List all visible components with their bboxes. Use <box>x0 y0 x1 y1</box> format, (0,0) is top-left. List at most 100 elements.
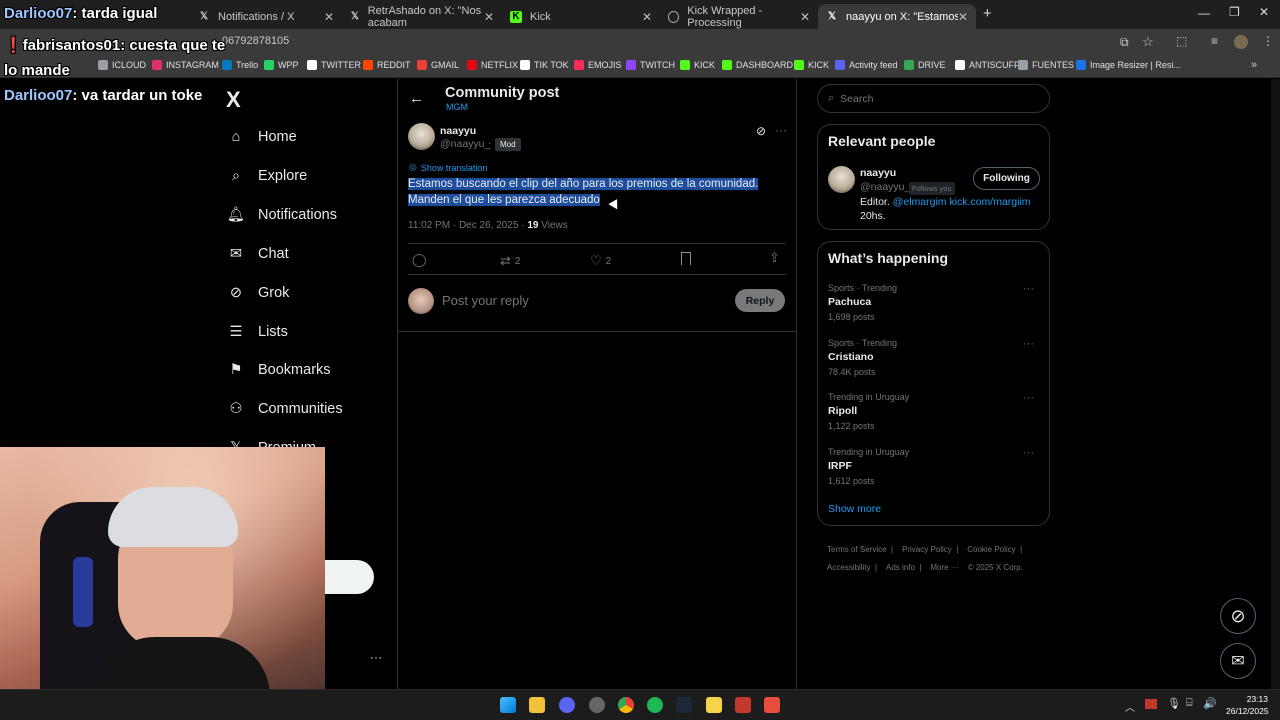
steam-icon[interactable] <box>676 697 692 713</box>
bookmark-item[interactable]: EMOJIS <box>574 60 622 70</box>
trend-item[interactable]: Sports · Trending Cristiano 78.4K posts ··· <box>828 338 1040 377</box>
person-avatar[interactable] <box>828 166 855 193</box>
terms-link[interactable]: Terms of Service <box>827 545 887 554</box>
url-field[interactable]: 06792878105 <box>222 35 289 47</box>
person-handle[interactable]: @naayyu_ <box>860 181 910 193</box>
extensions-icon[interactable]: ⬚ <box>1176 34 1187 48</box>
sidebar-item-notifications[interactable]: 🔔︎ Notifications <box>227 207 337 224</box>
trend-item[interactable]: Trending in Uruguay Ripoll 1,122 posts ··· <box>828 392 1040 431</box>
bookmark-item[interactable]: Image Resizer | Resi... <box>1076 60 1181 70</box>
sidebar-item-bookmarks[interactable]: ⚑ Bookmarks <box>228 362 331 378</box>
close-icon[interactable]: ✕ <box>958 10 968 24</box>
minimize-button[interactable]: — <box>1198 6 1210 20</box>
post-button[interactable] <box>325 560 374 594</box>
bookmark-item[interactable]: DASHBOARD <box>722 60 793 70</box>
more-options-icon[interactable]: ··· <box>775 123 787 137</box>
bookmark-item[interactable]: WPP <box>264 60 299 70</box>
share-icon[interactable]: ⇪ <box>769 250 780 266</box>
bookmark-item[interactable]: GMAIL <box>417 60 459 70</box>
community-name[interactable]: MGM <box>446 102 468 112</box>
reply-input[interactable]: Post your reply <box>442 293 529 308</box>
person-name[interactable]: naayyu <box>860 167 896 179</box>
show-more-link[interactable]: Show more <box>828 503 881 515</box>
app-icon[interactable] <box>735 697 751 713</box>
sidebar-item-grok[interactable]: ⊘ Grok <box>228 285 290 301</box>
reply-button[interactable]: Reply <box>735 289 785 312</box>
cookie-link[interactable]: Cookie Policy <box>967 545 1015 554</box>
tray-chevron-icon[interactable]: ︿ <box>1125 699 1135 714</box>
account-more-icon[interactable]: ··· <box>370 650 382 664</box>
author-handle[interactable]: @naayyu_ <box>440 138 490 150</box>
bookmark-item[interactable]: Activity feed <box>835 60 898 70</box>
scrollbar[interactable] <box>1271 79 1280 689</box>
bookmark-star-icon[interactable]: ☆ <box>1142 34 1154 50</box>
bookmark-item[interactable]: TWITTER <box>307 60 361 70</box>
sidebar-item-home[interactable]: ⌂ Home <box>228 129 297 145</box>
tray-app-icon[interactable] <box>1145 699 1157 709</box>
menu-icon[interactable]: ⋮ <box>1262 34 1274 48</box>
back-arrow-icon[interactable]: ← <box>409 90 424 107</box>
sidebar-item-chat[interactable]: ✉ Chat <box>228 246 289 262</box>
bookmark-item[interactable]: TIK TOK <box>520 60 569 70</box>
sidebar-item-explore[interactable]: ⌕ Explore <box>228 168 307 184</box>
bookmark-item[interactable]: TWITCH <box>626 60 675 70</box>
more-link[interactable]: More ··· <box>930 563 958 572</box>
maximize-button[interactable]: ❐ <box>1229 5 1240 19</box>
tab-naayyu-post[interactable]: 𝕏 naayyu on X: "Estamos buscand ✕ <box>818 4 976 29</box>
app-icon[interactable] <box>589 697 605 713</box>
close-icon[interactable]: ✕ <box>324 10 334 24</box>
close-icon[interactable]: ✕ <box>800 10 810 24</box>
tab-kick[interactable]: K Kick ✕ <box>502 4 660 29</box>
bookmark-item[interactable]: FUENTES <box>1018 60 1074 70</box>
reply-icon[interactable]: ◯ <box>412 252 427 268</box>
more-options-icon[interactable]: ··· <box>1023 283 1034 295</box>
close-icon[interactable]: ✕ <box>642 10 652 24</box>
grok-fab-button[interactable]: ⊘ <box>1220 598 1256 634</box>
bookmark-icon[interactable] <box>681 252 691 265</box>
more-options-icon[interactable]: ··· <box>1023 392 1034 404</box>
windows-start-icon[interactable] <box>500 697 516 713</box>
grok-icon[interactable]: ⊘ <box>756 124 766 138</box>
discord-icon[interactable] <box>559 697 575 713</box>
more-options-icon[interactable]: ··· <box>1023 447 1034 459</box>
bookmark-item[interactable]: NETFLIX <box>467 60 518 70</box>
messages-fab-button[interactable]: ✉ <box>1220 643 1256 679</box>
trend-item[interactable]: Sports · Trending Pachuca 1,698 posts ··· <box>828 283 1040 322</box>
bookmark-item[interactable]: KICK <box>680 60 715 70</box>
repost-button[interactable]: ⇄ 2 <box>500 253 520 269</box>
tab-retrashado[interactable]: 𝕏 RetrAshado on X: "Nos acabam ✕ <box>342 4 502 29</box>
accessibility-link[interactable]: Accessibility <box>827 563 871 572</box>
bio-link[interactable]: @elmargim kick.com/margiim <box>893 196 1031 208</box>
microphone-icon[interactable]: 🎙 <box>1167 697 1181 710</box>
bookmark-item[interactable]: ANTISCUFF <box>955 60 1020 70</box>
author-name[interactable]: naayyu <box>440 125 476 137</box>
volume-icon[interactable]: 🔊 <box>1203 697 1217 710</box>
network-icon[interactable]: ⌸ <box>1186 697 1193 710</box>
following-button[interactable]: Following <box>973 167 1040 190</box>
ads-info-link[interactable]: Ads info <box>886 563 915 572</box>
taskbar-clock[interactable]: 23:13 26/12/2025 <box>1226 693 1269 717</box>
file-explorer-icon[interactable] <box>529 697 545 713</box>
close-icon[interactable]: ✕ <box>484 10 494 24</box>
search-input[interactable]: Search <box>840 93 873 105</box>
app-icon[interactable] <box>764 697 780 713</box>
spotify-icon[interactable] <box>647 697 663 713</box>
more-bookmarks-icon[interactable]: » <box>1251 59 1257 71</box>
privacy-link[interactable]: Privacy Policy <box>902 545 952 554</box>
sidebar-item-communities[interactable]: ⚇ Communities <box>228 401 343 417</box>
install-app-icon[interactable]: ⧉ <box>1120 35 1129 50</box>
trend-item[interactable]: Trending in Uruguay IRPF 1,612 posts ··· <box>828 447 1040 486</box>
sidebar-item-lists[interactable]: ☰ Lists <box>228 324 288 340</box>
bookmark-item[interactable]: REDDIT <box>363 60 411 70</box>
window-close-button[interactable]: ✕ <box>1259 5 1269 19</box>
bookmark-item[interactable]: DRIVE <box>904 60 946 70</box>
bookmark-item[interactable]: KICK <box>794 60 829 70</box>
tab-kick-wrapped[interactable]: Kick Wrapped - Processing ✕ <box>660 4 818 29</box>
new-tab-button[interactable]: + <box>983 5 992 22</box>
chrome-icon[interactable] <box>618 697 634 713</box>
more-options-icon[interactable]: ··· <box>1023 338 1034 350</box>
sticky-notes-icon[interactable] <box>706 697 722 713</box>
media-icon[interactable]: ≡ <box>1211 34 1218 48</box>
like-button[interactable]: ♡ 2 <box>590 253 611 269</box>
search-box[interactable]: ⌕ Search <box>817 84 1050 113</box>
